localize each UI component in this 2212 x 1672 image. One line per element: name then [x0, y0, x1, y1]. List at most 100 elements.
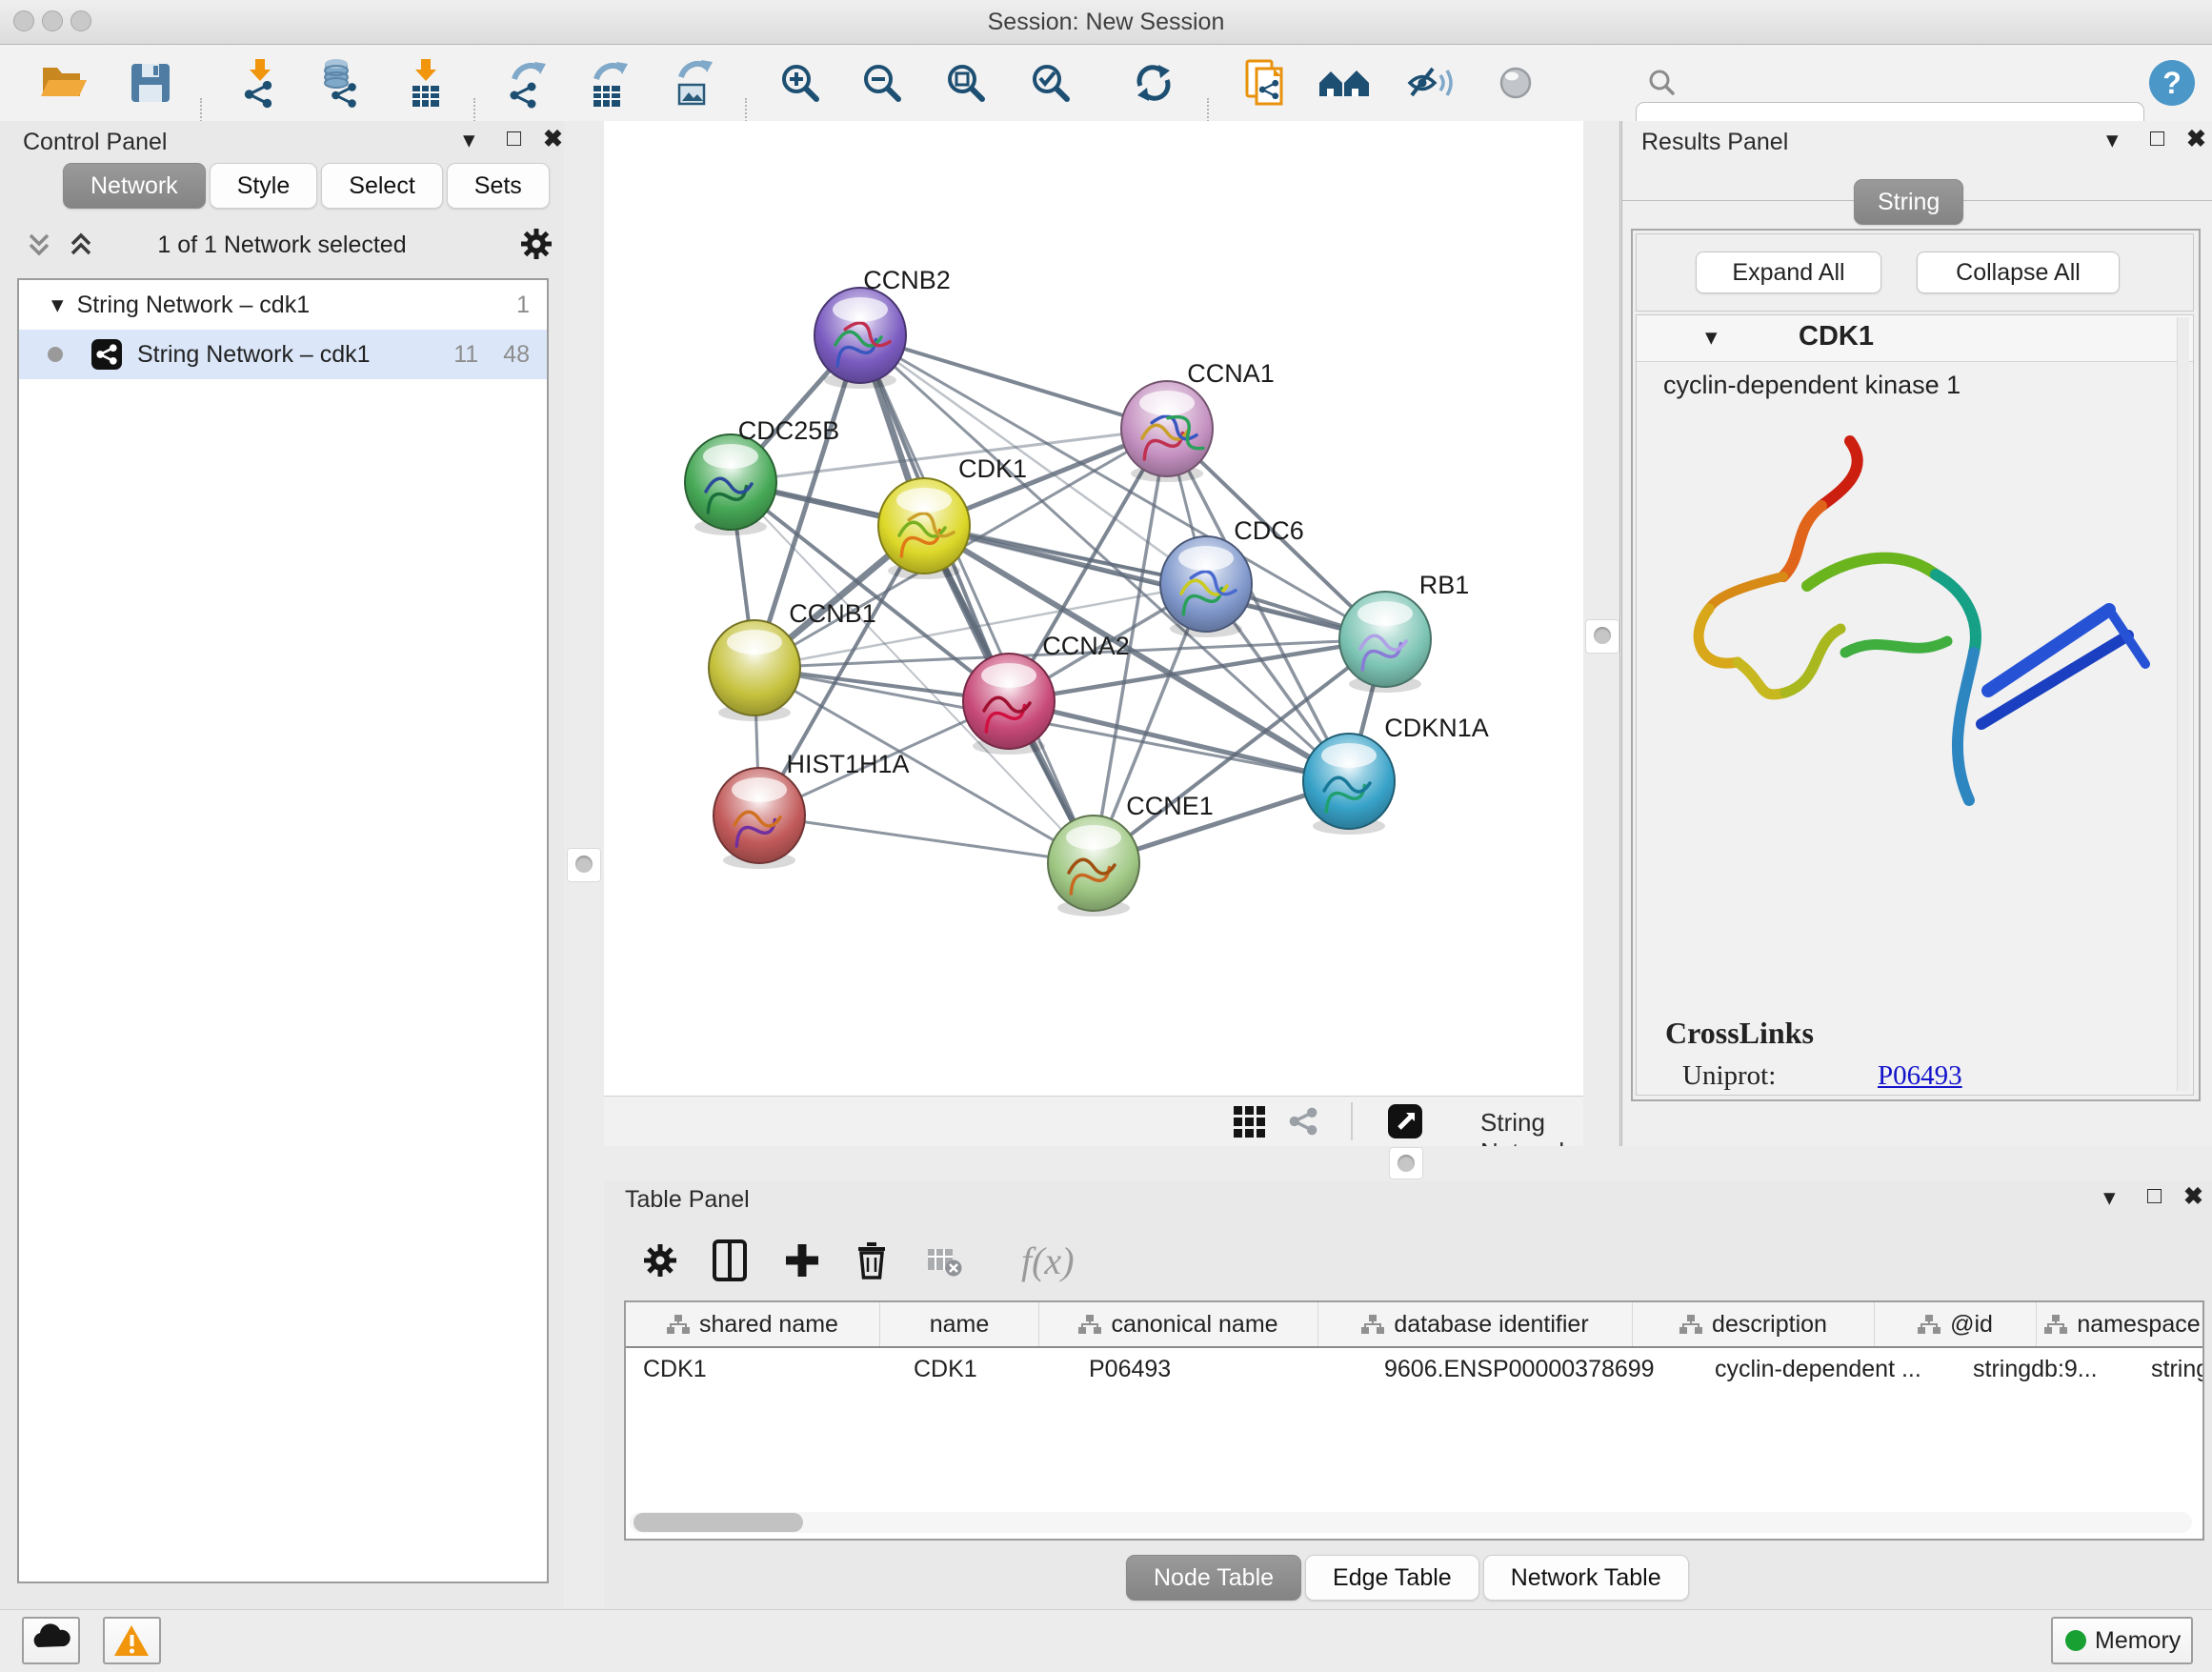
string-network-icon: [90, 337, 124, 372]
results-content-box: ▾ CDK1 cyclin-dependent kinase 1: [1636, 314, 2194, 1096]
network-options-gear-icon[interactable]: [514, 222, 558, 266]
table-cell[interactable]: cyclin-dependent ...: [1698, 1348, 1956, 1390]
network-graph[interactable]: CCNB2CCNA1CDC25BCDK1CDC6RB1CCNB1CCNA2CDK…: [604, 121, 1583, 1096]
node-label-CDK1: CDK1: [958, 454, 1027, 483]
zoom-fit-icon[interactable]: [950, 67, 982, 99]
hide-selected-icon[interactable]: [1410, 69, 1451, 95]
right-splitter[interactable]: [1583, 121, 1619, 1146]
column-header-name[interactable]: name: [880, 1302, 1039, 1346]
share-session-file-icon[interactable]: [1247, 61, 1281, 104]
export-network-icon[interactable]: [511, 62, 547, 109]
toggle-glass-effect-icon[interactable]: [1501, 69, 1530, 97]
table-cell[interactable]: stringdb:9...: [1956, 1348, 2134, 1390]
tab-network[interactable]: Network: [63, 163, 206, 209]
export-image-icon[interactable]: [679, 60, 713, 104]
right-splitter-handle[interactable]: [1585, 619, 1619, 654]
delete-column-icon[interactable]: [858, 1244, 885, 1278]
results-scrollbar[interactable]: [2177, 317, 2189, 1091]
warning-button[interactable]: [103, 1617, 161, 1664]
table-cell[interactable]: CDK1: [626, 1348, 896, 1390]
export-table-icon[interactable]: [593, 62, 628, 107]
table-cell[interactable]: P06493: [1072, 1348, 1367, 1390]
network-canvas[interactable]: CCNB2CCNA1CDC25BCDK1CDC6RB1CCNB1CCNA2CDK…: [604, 121, 1583, 1096]
node-HIST1H1A[interactable]: [714, 768, 805, 869]
horizontal-splitter[interactable]: [604, 1146, 2212, 1181]
help-icon[interactable]: ?: [2149, 60, 2195, 106]
save-session-icon[interactable]: [131, 64, 170, 102]
node-CDK1[interactable]: [878, 478, 970, 579]
horizontal-splitter-handle[interactable]: [1389, 1147, 1423, 1179]
table-cell[interactable]: 9606.ENSP00000378699: [1367, 1348, 1698, 1390]
grid-view-icon[interactable]: [1234, 1106, 1265, 1138]
control-panel-menu-icon[interactable]: ▾: [463, 129, 475, 152]
edge-CCNB2-CCNA1[interactable]: [860, 335, 1167, 429]
tab-style[interactable]: Style: [210, 163, 318, 209]
cloud-icon: [24, 1619, 78, 1662]
collapse-all-button[interactable]: Collapse All: [1917, 252, 2120, 293]
table-cell[interactable]: CDK1: [896, 1348, 1072, 1390]
node-table[interactable]: shared namenamecanonical namedatabase id…: [624, 1300, 2204, 1541]
node-CCNA1[interactable]: [1121, 381, 1213, 482]
network-collection-row[interactable]: ▾ String Network – cdk1 1: [19, 280, 547, 330]
column-header-database-identifier[interactable]: database identifier: [1318, 1302, 1633, 1346]
table-panel-close-icon[interactable]: ✖: [2183, 1185, 2203, 1209]
edge-CCNE1-HIST1H1A[interactable]: [759, 816, 1094, 863]
results-panel-close-icon[interactable]: ✖: [2186, 128, 2206, 151]
import-table-icon[interactable]: [412, 59, 439, 107]
tab-string[interactable]: String: [1854, 179, 1963, 225]
node-CDC25B[interactable]: [685, 434, 776, 535]
network-row[interactable]: String Network – cdk1 11 48: [19, 330, 547, 379]
column-header-description[interactable]: description: [1633, 1302, 1875, 1346]
refresh-view-icon[interactable]: [1137, 65, 1170, 101]
node-RB1[interactable]: [1339, 592, 1431, 693]
network-status-icons: [604, 1097, 1583, 1146]
left-splitter-handle[interactable]: [567, 848, 601, 882]
cloud-button[interactable]: [22, 1617, 80, 1664]
results-panel-menu-icon[interactable]: ▾: [2106, 129, 2119, 152]
control-panel-float-icon[interactable]: □: [507, 127, 521, 151]
node-label-HIST1H1A: HIST1H1A: [786, 750, 909, 778]
tab-node-table[interactable]: Node Table: [1126, 1555, 1301, 1601]
zoom-out-icon[interactable]: [866, 67, 898, 99]
tab-select[interactable]: Select: [321, 163, 442, 209]
results-panel-float-icon[interactable]: □: [2150, 127, 2164, 151]
node-CDKN1A[interactable]: [1303, 734, 1395, 835]
zoom-selected-icon[interactable]: [1035, 67, 1067, 99]
node-CCNB1[interactable]: [709, 620, 800, 721]
column-header-canonical-name[interactable]: canonical name: [1039, 1302, 1318, 1346]
collection-expand-icon[interactable]: ▾: [51, 291, 64, 319]
control-panel-close-icon[interactable]: ✖: [543, 128, 563, 151]
zoom-in-icon[interactable]: [784, 67, 816, 99]
gene-expand-icon[interactable]: ▾: [1705, 323, 1718, 352]
expand-all-button[interactable]: Expand All: [1696, 252, 1881, 293]
import-network-database-icon[interactable]: [325, 59, 356, 108]
tab-network-table[interactable]: Network Table: [1483, 1555, 1689, 1601]
column-header-@id[interactable]: @id: [1875, 1302, 2037, 1346]
table-panel-float-icon[interactable]: □: [2147, 1184, 2162, 1208]
crosslink-link[interactable]: P06493: [1878, 1060, 1962, 1091]
warning-icon: [105, 1619, 159, 1662]
import-network-icon[interactable]: [245, 59, 271, 108]
tab-sets[interactable]: Sets: [447, 163, 550, 209]
table-panel-menu-icon[interactable]: ▾: [2103, 1186, 2116, 1210]
collection-label: String Network – cdk1: [77, 292, 311, 319]
node-CCNE1[interactable]: [1048, 816, 1139, 917]
table-row[interactable]: CDK1CDK1P064939606.ENSP00000378699cyclin…: [626, 1348, 2202, 1390]
table-settings-gear-icon[interactable]: [644, 1244, 676, 1277]
open-session-icon[interactable]: [41, 68, 87, 96]
network-share-icon[interactable]: [1290, 1108, 1317, 1136]
birdseye-view-icon[interactable]: [1388, 1104, 1422, 1138]
string-home-icon[interactable]: [1319, 71, 1369, 96]
left-splitter[interactable]: [564, 121, 604, 1608]
select-columns-icon[interactable]: [714, 1241, 745, 1279]
column-header-shared-name[interactable]: shared name: [626, 1302, 880, 1346]
edge-CCNB2-CCNE1[interactable]: [860, 335, 1094, 863]
tab-edge-table[interactable]: Edge Table: [1305, 1555, 1479, 1601]
add-column-icon[interactable]: [786, 1244, 818, 1277]
column-header-namespace[interactable]: namespace: [2037, 1302, 2204, 1346]
gene-section-header[interactable]: ▾ CDK1: [1637, 315, 2193, 362]
table-hscrollbar[interactable]: [630, 1512, 2192, 1533]
memory-button[interactable]: Memory: [2051, 1617, 2193, 1664]
table-hscrollbar-thumb[interactable]: [633, 1513, 803, 1532]
table-cell[interactable]: stringdb: [2134, 1348, 2204, 1390]
